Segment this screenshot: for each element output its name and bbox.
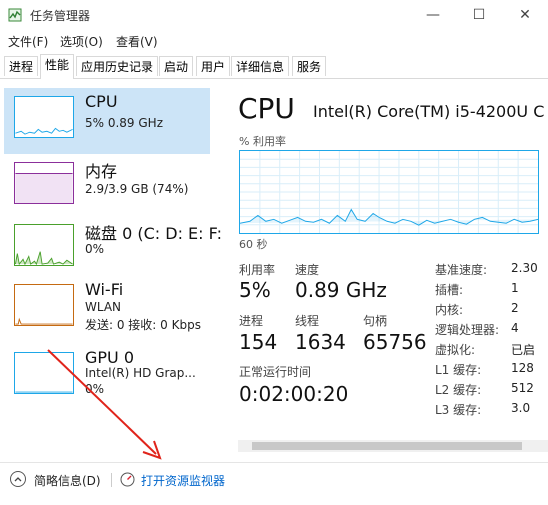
separator	[111, 473, 112, 487]
horizontal-scrollbar[interactable]	[238, 440, 548, 452]
performance-sidebar: CPU 5% 0.89 GHz 内存 2.9/3.9 GB (74%) 磁盘 0…	[0, 80, 222, 460]
l2-cache-value: 512	[511, 381, 534, 395]
memory-thumbnail-graph	[14, 162, 74, 204]
scrollbar-thumb[interactable]	[252, 442, 522, 450]
utilization-label: 利用率	[239, 263, 276, 277]
sidebar-item-detail: 2.9/3.9 GB (74%)	[85, 182, 189, 196]
threads-value: 1634	[295, 330, 346, 354]
fewer-details-link[interactable]: 简略信息(D)	[34, 472, 101, 489]
speed-label: 速度	[295, 263, 320, 277]
menu-bar: 文件(F) 选项(O) 查看(V)	[0, 30, 548, 52]
maximize-icon: ☐	[472, 7, 486, 23]
graph-time-span: 60 秒	[239, 238, 268, 251]
sidebar-item-memory[interactable]: 内存 2.9/3.9 GB (74%)	[4, 154, 210, 220]
graph-label: % 利用率	[239, 135, 286, 148]
tab-users[interactable]: 用户	[196, 56, 231, 76]
cores-label: 内核:	[435, 303, 464, 317]
close-button[interactable]: ✕	[502, 0, 548, 30]
utilization-value: 5%	[239, 278, 271, 302]
l2-cache-label: L2 缓存:	[435, 383, 482, 397]
wifi-thumbnail-graph	[14, 284, 74, 326]
sockets-value: 1	[511, 281, 519, 295]
sidebar-item-label: Wi-Fi	[85, 280, 124, 299]
sidebar-item-wifi[interactable]: Wi-Fi WLAN 发送: 0 接收: 0 Kbps	[4, 276, 210, 342]
logical-processors-value: 4	[511, 321, 519, 335]
cpu-utilization-graph	[239, 150, 539, 234]
l3-cache-value: 3.0	[511, 401, 531, 415]
logical-processors-label: 逻辑处理器:	[435, 323, 500, 337]
cores-value: 2	[511, 301, 519, 315]
cpu-utilization-line	[240, 208, 538, 226]
minimize-button[interactable]: —	[410, 0, 456, 30]
sidebar-item-detail-2: 0%	[85, 382, 105, 396]
tab-details[interactable]: 详细信息	[231, 56, 290, 76]
sidebar-item-detail: 5% 0.89 GHz	[85, 116, 164, 130]
uptime-label: 正常运行时间	[239, 365, 312, 379]
cpu-thumbnail-graph	[14, 96, 74, 138]
maximize-button[interactable]: ☐	[456, 0, 502, 30]
page-title: CPU	[238, 92, 295, 125]
sidebar-item-label: 磁盘 0 (C: D: E: F:	[85, 224, 222, 243]
processes-value: 154	[239, 330, 278, 354]
menu-options[interactable]: 选项(O)	[60, 33, 103, 50]
footer-bar: 简略信息(D) 打开资源监视器	[0, 462, 548, 505]
processes-label: 进程	[239, 314, 264, 328]
base-speed-label: 基准速度:	[435, 263, 488, 277]
sidebar-item-gpu[interactable]: GPU 0 Intel(R) HD Grap... 0%	[4, 344, 210, 410]
virtualization-label: 虚拟化:	[435, 343, 476, 357]
tab-processes[interactable]: 进程	[4, 56, 39, 76]
menu-view[interactable]: 查看(V)	[116, 33, 158, 50]
l1-cache-label: L1 缓存:	[435, 363, 482, 377]
tab-bar: 进程 性能 应用历史记录 启动 用户 详细信息 服务	[0, 54, 548, 79]
base-speed-value: 2.30	[511, 261, 538, 275]
sidebar-item-detail: Intel(R) HD Grap...	[85, 366, 196, 380]
sidebar-item-cpu[interactable]: CPU 5% 0.89 GHz	[4, 88, 210, 154]
l3-cache-label: L3 缓存:	[435, 403, 482, 417]
virtualization-value: 已启	[511, 343, 536, 357]
gpu-thumbnail-graph	[14, 352, 74, 394]
tab-performance[interactable]: 性能	[40, 54, 75, 79]
window-title: 任务管理器	[30, 9, 91, 23]
collapse-button[interactable]	[10, 471, 26, 487]
sidebar-item-label: CPU	[85, 92, 118, 111]
sidebar-item-detail-2: 发送: 0 接收: 0 Kbps	[85, 318, 201, 332]
task-manager-icon	[8, 8, 22, 22]
title-bar: 任务管理器 — ☐ ✕	[0, 0, 548, 30]
tab-services[interactable]: 服务	[292, 56, 327, 76]
chevron-up-icon	[14, 477, 22, 482]
close-icon: ✕	[519, 7, 531, 23]
sidebar-item-detail: 0%	[85, 242, 105, 256]
disk-thumbnail-graph	[14, 224, 74, 266]
cpu-model-name: Intel(R) Core(TM) i5-4200U C	[313, 102, 545, 121]
cpu-detail-panel: CPU Intel(R) Core(TM) i5-4200U C % 利用率 6…	[214, 80, 548, 460]
handles-label: 句柄	[363, 314, 388, 328]
minimize-icon: —	[426, 7, 440, 23]
resource-monitor-icon	[120, 472, 135, 487]
open-resource-monitor-link[interactable]: 打开资源监视器	[141, 472, 225, 489]
sidebar-item-disk[interactable]: 磁盘 0 (C: D: E: F: 0%	[4, 216, 222, 282]
uptime-value: 0:02:00:20	[239, 382, 349, 406]
sidebar-item-label: 内存	[85, 162, 118, 181]
tab-startup[interactable]: 启动	[159, 56, 194, 76]
speed-value: 0.89 GHz	[295, 278, 387, 302]
handles-value: 65756	[363, 330, 427, 354]
sidebar-item-label: GPU 0	[85, 348, 135, 367]
sidebar-item-detail: WLAN	[85, 300, 122, 314]
l1-cache-value: 128	[511, 361, 534, 375]
sockets-label: 插槽:	[435, 283, 464, 297]
threads-label: 线程	[295, 314, 320, 328]
menu-file[interactable]: 文件(F)	[8, 33, 48, 50]
tab-app-history[interactable]: 应用历史记录	[76, 56, 159, 76]
